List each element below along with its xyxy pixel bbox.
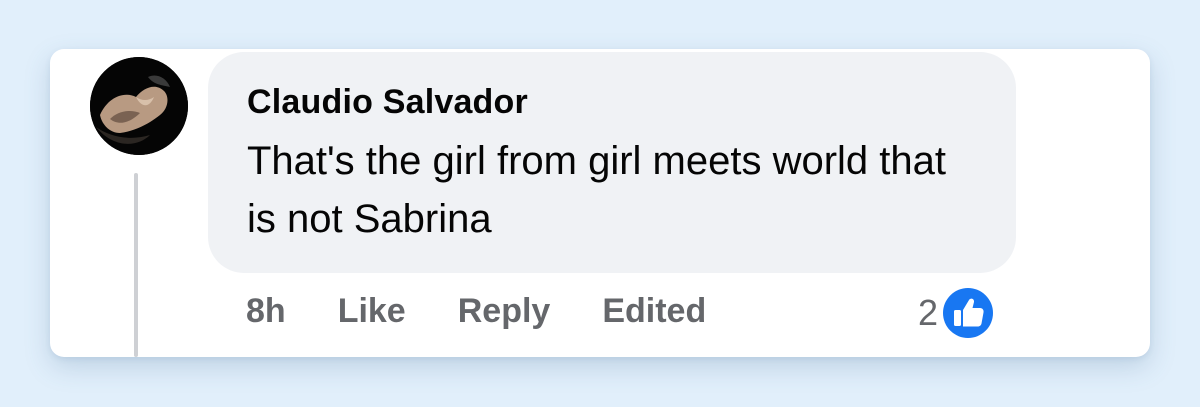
reaction-summary[interactable]: 2 bbox=[918, 285, 996, 341]
like-button[interactable]: Like bbox=[338, 292, 406, 331]
avatar[interactable] bbox=[90, 57, 188, 155]
timestamp-link[interactable]: 8h bbox=[246, 292, 286, 331]
avatar-photo bbox=[90, 57, 188, 155]
reply-button[interactable]: Reply bbox=[458, 292, 551, 331]
edited-label[interactable]: Edited bbox=[602, 292, 706, 331]
thread-line bbox=[134, 173, 138, 357]
comment-text: That's the girl from girl meets world th… bbox=[247, 139, 946, 241]
author-name[interactable]: Claudio Salvador bbox=[247, 83, 528, 122]
comment-actions: 8h Like Reply Edited bbox=[246, 289, 758, 333]
reaction-count: 2 bbox=[918, 292, 939, 333]
comment-bubble: Claudio Salvador That's the girl from gi… bbox=[208, 52, 1016, 273]
thumbs-up-icon bbox=[941, 286, 996, 340]
comment-card: Claudio Salvador That's the girl from gi… bbox=[50, 49, 1150, 357]
